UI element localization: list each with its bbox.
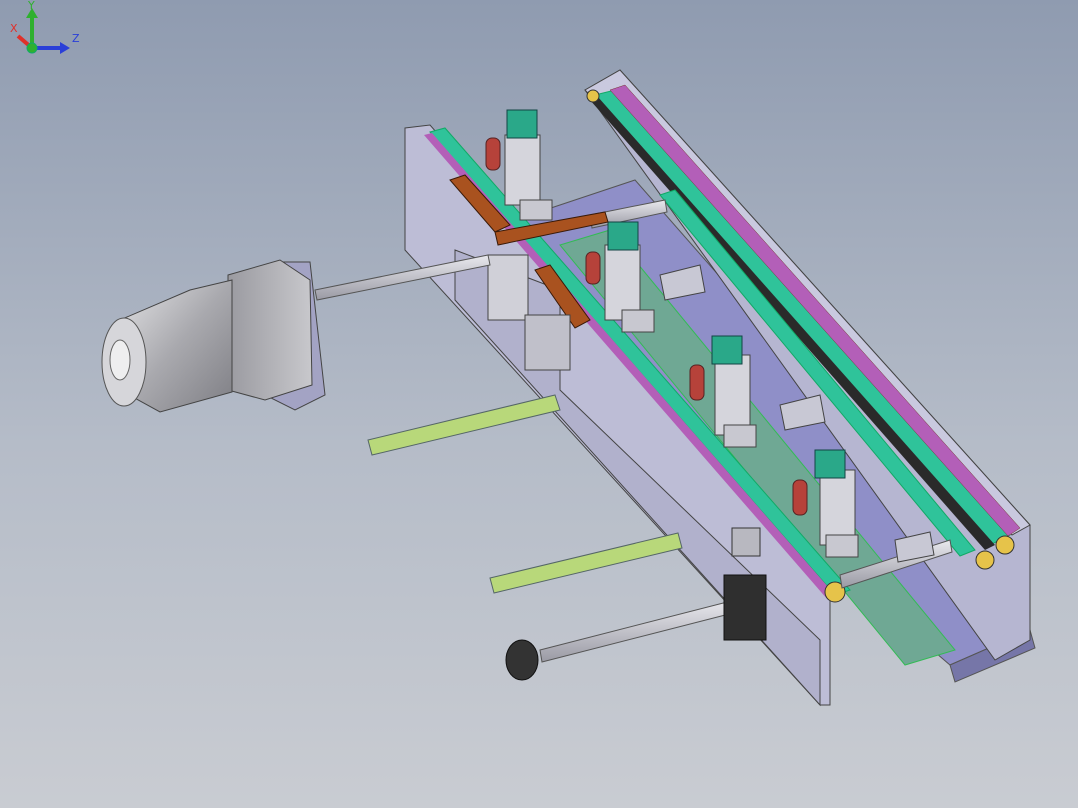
top-pulley bbox=[586, 89, 600, 103]
triad-z-label: Z bbox=[72, 32, 80, 45]
assembly-model[interactable] bbox=[0, 0, 1078, 808]
coordinate-triad-icon: Y X Z bbox=[10, 0, 80, 54]
sensor-block bbox=[731, 527, 761, 557]
triad-y-label: Y bbox=[27, 0, 35, 12]
linear-rail-lower bbox=[489, 532, 683, 594]
back-pulley-1 bbox=[975, 550, 995, 570]
3d-viewport[interactable]: Y X Z bbox=[0, 0, 1078, 808]
linear-rail-upper bbox=[367, 394, 561, 456]
handwheel-knob[interactable] bbox=[505, 639, 539, 681]
adjust-rod bbox=[539, 599, 738, 663]
triad-x-label: X bbox=[10, 22, 18, 35]
back-pulley-2 bbox=[995, 535, 1015, 555]
motor-end-boss bbox=[109, 339, 131, 381]
gearbox bbox=[227, 259, 313, 401]
rod-support-block bbox=[723, 574, 767, 641]
